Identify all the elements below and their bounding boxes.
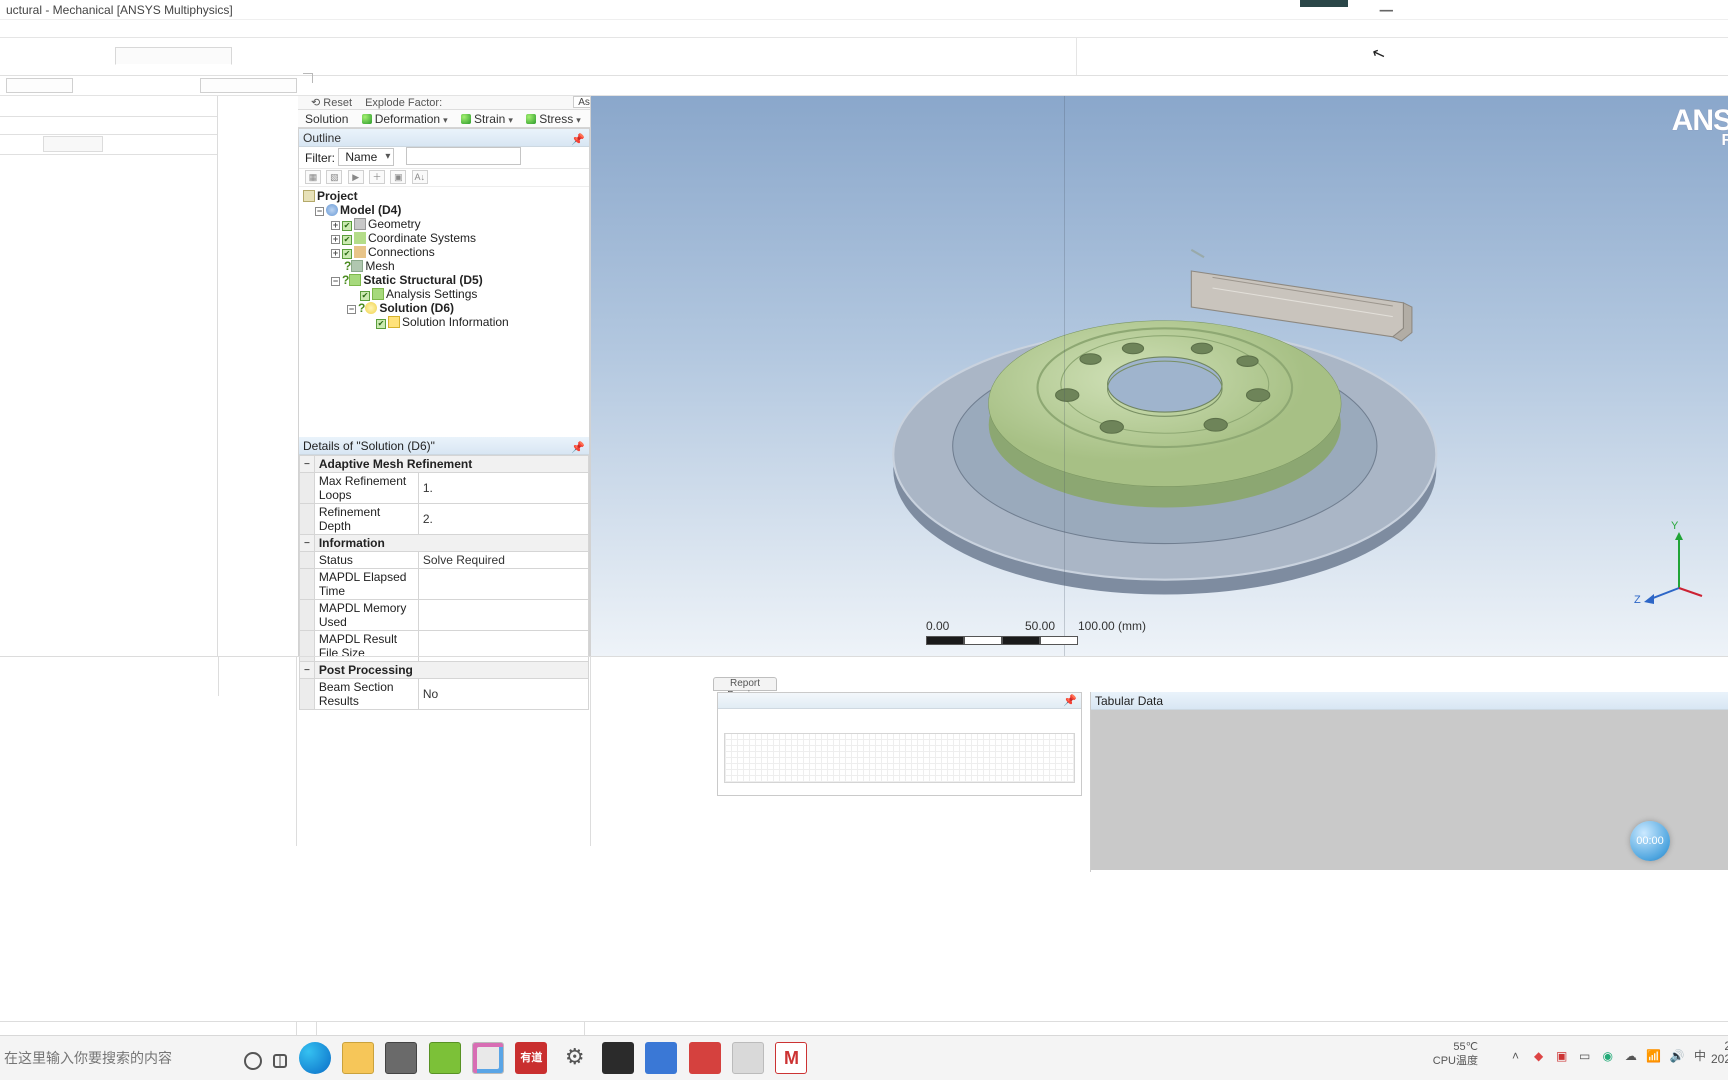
graph-panel[interactable]: 📌 (717, 692, 1082, 796)
outline-header: Outline 📌 (299, 129, 589, 147)
reset-button[interactable]: ⟲ Reset (306, 96, 357, 109)
strain-menu[interactable]: Strain▾ (456, 110, 518, 128)
outline-expand-icon[interactable]: ▦ (305, 170, 321, 184)
outline-folder-icon[interactable]: ▣ (390, 170, 406, 184)
tree-solution-information[interactable]: ✔Solution Information (303, 315, 589, 329)
status-row (0, 1021, 1728, 1035)
subribbon-row (0, 76, 1728, 96)
memory-used-value (418, 600, 588, 631)
tree-analysis-settings[interactable]: ✔Analysis Settings (303, 287, 589, 301)
bottom-panel: Report Preview 📌 Tabular Data 00:00 (0, 656, 1728, 846)
window-title: uctural - Mechanical [ANSYS Multiphysics… (6, 3, 233, 17)
temperature-widget[interactable]: 55℃ CPU温度 (1433, 1040, 1478, 1068)
tray-battery-icon[interactable]: ▭ (1577, 1048, 1593, 1064)
tree-mesh[interactable]: ?Mesh (303, 259, 589, 273)
file-explorer-icon[interactable] (342, 1042, 374, 1074)
tree-solution[interactable]: −?Solution (D6) (303, 301, 589, 315)
tray-chevron-icon[interactable]: ˄ (1508, 1048, 1524, 1064)
outline-filter: Filter: Name (299, 147, 589, 169)
red-app-icon[interactable] (689, 1042, 721, 1074)
tree-static-structural[interactable]: −?Static Structural (D5) (303, 273, 589, 287)
gray-app-icon[interactable] (732, 1042, 764, 1074)
outline-arrow-icon[interactable]: ▶ (348, 170, 364, 184)
max-refinement-loops-value[interactable]: 1. (418, 473, 588, 504)
outline-minitoolbar[interactable]: ▦ ▧ ▶ ＋ ▣ A↓ (299, 169, 589, 187)
subribbon-field-2[interactable] (200, 78, 297, 93)
taskbar-clock[interactable]: 2 202 (1711, 1040, 1728, 1066)
report-preview-tab[interactable]: Report Preview (713, 677, 777, 691)
model-svg (591, 96, 1728, 656)
tray-red-icon[interactable]: ◆ (1531, 1048, 1547, 1064)
system-tray[interactable]: ˄ ◆ ▣ ▭ ◉ ☁ 📶 🔊 中 (1506, 1048, 1711, 1064)
outline-sort-icon[interactable]: A↓ (412, 170, 428, 184)
filter-label: Filter: (305, 151, 335, 165)
store-icon[interactable] (385, 1042, 417, 1074)
tray-ime-icon[interactable]: 中 (1692, 1048, 1708, 1064)
blue-app-icon[interactable] (645, 1042, 677, 1074)
filter-input[interactable] (406, 147, 521, 165)
edge-icon[interactable] (299, 1042, 331, 1074)
outline-pin-icon[interactable]: 📌 (571, 131, 585, 149)
minimize-button[interactable]: – (1380, 0, 1393, 20)
titlebar-badge (1300, 0, 1348, 7)
paint-icon[interactable] (472, 1042, 504, 1074)
scale-bar: 0.0050.00100.00 (mm) (926, 619, 1146, 648)
outline-collapse-icon[interactable]: ▧ (326, 170, 342, 184)
timer-widget[interactable]: 00:00 (1630, 821, 1670, 861)
left-sidepanel (0, 96, 218, 656)
details-header: Details of "Solution (D6)" 📌 (299, 437, 589, 455)
tree-connections[interactable]: +✔Connections (303, 245, 589, 259)
solution-tab[interactable]: Solution (300, 110, 353, 128)
filter-dropdown[interactable]: Name (338, 148, 394, 166)
windows-taskbar[interactable]: 有道 ⚙ M 55℃ CPU温度 ˄ ◆ ▣ ▭ ◉ ☁ 📶 🔊 中 2 202 (0, 1035, 1728, 1080)
stress-menu[interactable]: Stress▾ (521, 110, 586, 128)
tree-geometry[interactable]: +✔Geometry (303, 217, 589, 231)
tray-volume-icon[interactable]: 🔊 (1669, 1048, 1685, 1064)
green-app-icon[interactable] (429, 1042, 461, 1074)
refinement-depth-value[interactable]: 2. (418, 504, 588, 535)
taskview-icon[interactable] (273, 1054, 287, 1068)
tree-model[interactable]: −Model (D4) (303, 203, 589, 217)
cortana-icon[interactable] (244, 1052, 262, 1070)
titlebar: uctural - Mechanical [ANSYS Multiphysics… (0, 0, 1728, 20)
dark-app-icon[interactable] (602, 1042, 634, 1074)
ribbon-tab[interactable] (115, 47, 232, 65)
ribbon-row (0, 38, 1728, 76)
tray-wifi-icon[interactable]: 📶 (1646, 1048, 1662, 1064)
tabular-data-header: Tabular Data (1091, 692, 1728, 710)
tree-project[interactable]: Project (303, 189, 589, 203)
expand-amr[interactable]: − (300, 456, 315, 473)
graphics-view[interactable]: ANSR Y Z 0.0050.00100.00 (mm) (590, 96, 1728, 656)
outline-tree[interactable]: Project −Model (D4) +✔Geometry +✔Coordin… (299, 187, 589, 437)
elapsed-time-value (418, 569, 588, 600)
left-name-header[interactable] (43, 136, 103, 152)
orientation-triad[interactable]: Y Z (1644, 526, 1704, 606)
tray-redbox-icon[interactable]: ▣ (1554, 1048, 1570, 1064)
tray-cloud-icon[interactable]: ☁ (1623, 1048, 1639, 1064)
tray-green-icon[interactable]: ◉ (1600, 1048, 1616, 1064)
menubar[interactable] (0, 20, 1728, 38)
graph-pin-icon[interactable]: 📌 (1063, 694, 1077, 707)
details-pin-icon[interactable]: 📌 (571, 439, 585, 457)
tree-coordinate-systems[interactable]: +✔Coordinate Systems (303, 231, 589, 245)
deformation-menu[interactable]: Deformation▾ (357, 110, 453, 128)
settings-icon[interactable]: ⚙ (559, 1042, 591, 1074)
m-app-icon[interactable]: M (775, 1042, 807, 1074)
explode-label: Explode Factor: (360, 97, 447, 109)
taskbar-search-input[interactable] (0, 1043, 180, 1073)
subribbon-field-1[interactable] (6, 78, 73, 93)
outline-plus-icon[interactable]: ＋ (369, 170, 385, 184)
ansys-logo: ANSR (1672, 104, 1728, 150)
status-value: Solve Required (418, 552, 588, 569)
youdao-icon[interactable]: 有道 (515, 1042, 547, 1074)
expand-info[interactable]: − (300, 535, 315, 552)
